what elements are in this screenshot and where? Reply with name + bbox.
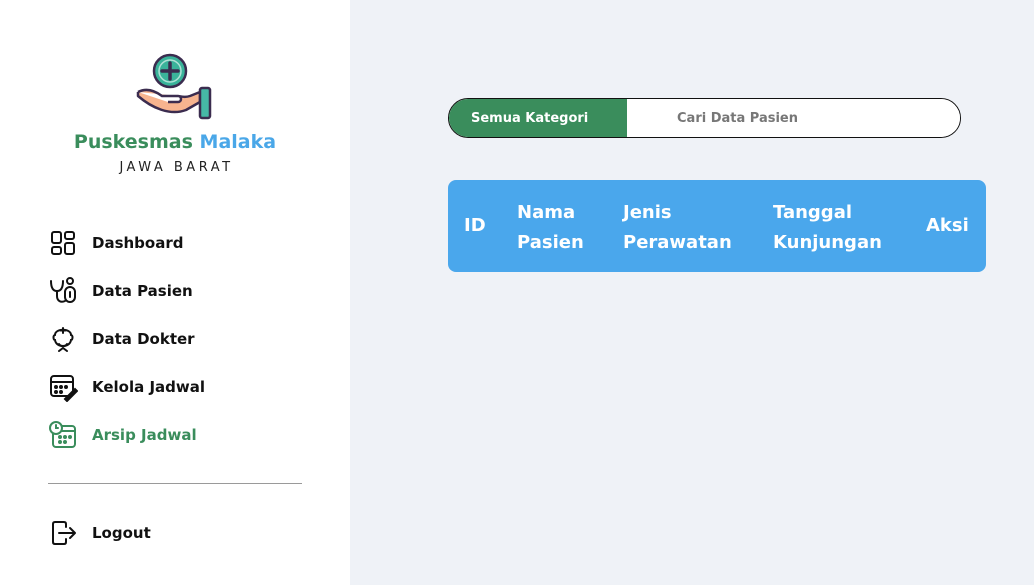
column-header-id: ID <box>464 215 486 236</box>
sidebar-item-label: Data Dokter <box>92 330 195 348</box>
stethoscope-icon <box>48 276 78 306</box>
column-header-aksi: Aksi <box>926 215 969 236</box>
calendar-edit-icon <box>48 372 78 402</box>
header-line: Nama <box>517 202 576 223</box>
sidebar-item-data-dokter[interactable]: Data Dokter <box>48 323 308 355</box>
header-line: Pasien <box>517 232 584 253</box>
sidebar-item-label: Kelola Jadwal <box>92 378 206 396</box>
doctor-icon <box>48 324 78 354</box>
brand-part-2: Malaka <box>199 131 277 153</box>
logout-button[interactable]: Logout <box>48 517 308 549</box>
hand-holding-medical-icon <box>136 53 212 120</box>
column-header-nama-pasien: Nama Pasien <box>517 198 584 258</box>
table-header: ID Nama Pasien Jenis Perawatan Tanggal K… <box>448 180 986 272</box>
logout-label: Logout <box>92 524 151 542</box>
sidebar-item-kelola-jadwal[interactable]: Kelola Jadwal <box>48 371 308 403</box>
sidebar-item-label: Data Pasien <box>92 282 193 300</box>
sidebar-item-label: Dashboard <box>92 234 184 252</box>
column-header-jenis-perawatan: Jenis Perawatan <box>623 198 732 258</box>
sidebar-item-label: Arsip Jadwal <box>92 426 197 444</box>
sidebar-item-data-pasien[interactable]: Data Pasien <box>48 275 308 307</box>
column-header-tanggal-kunjungan: Tanggal Kunjungan <box>773 198 882 258</box>
header-line: Jenis <box>623 202 672 223</box>
calendar-clock-icon <box>48 420 78 450</box>
category-dropdown[interactable]: Semua Kategori <box>449 99 627 137</box>
logout-icon <box>48 518 78 548</box>
header-line: Perawatan <box>623 232 732 253</box>
sidebar-divider <box>48 483 302 484</box>
sidebar-item-arsip-jadwal[interactable]: Arsip Jadwal <box>48 419 308 451</box>
header-line: Tanggal <box>773 202 853 223</box>
search-input[interactable] <box>627 99 960 137</box>
sidebar: Puskesmas Malaka JAWA BARAT Dashboard Da… <box>0 0 350 585</box>
brand-name: Puskesmas Malaka <box>0 131 350 153</box>
brand-part-1: Puskesmas <box>73 131 193 153</box>
search-bar: Semua Kategori <box>448 98 961 138</box>
sidebar-item-dashboard[interactable]: Dashboard <box>48 227 308 259</box>
header-line: Kunjungan <box>773 232 882 253</box>
brand-subtitle: JAWA BARAT <box>119 160 234 175</box>
dashboard-icon <box>48 228 78 258</box>
